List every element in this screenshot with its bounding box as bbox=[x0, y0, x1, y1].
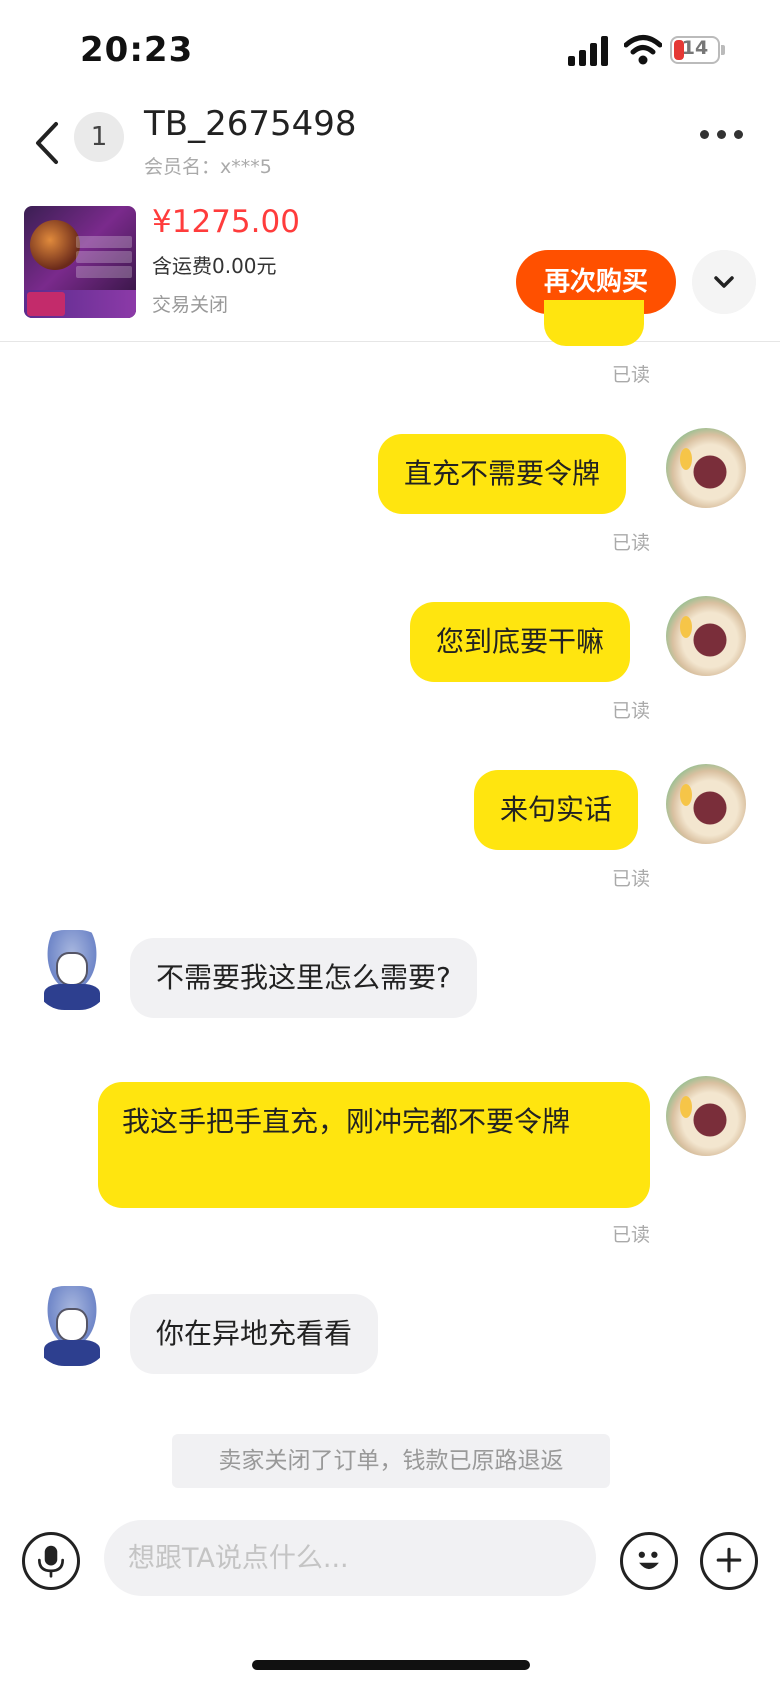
message-bubble-outgoing[interactable]: 直充不需要令牌 bbox=[378, 434, 627, 514]
more-options-button[interactable] bbox=[700, 126, 752, 146]
message-bubble-outgoing[interactable]: 来句实话 bbox=[474, 770, 639, 850]
order-status: 交易关闭 bbox=[152, 294, 229, 316]
message-bubble-outgoing[interactable]: 我这手把手直充，刚冲完都不要令牌 bbox=[98, 1082, 650, 1208]
status-bar: 20:23 14 bbox=[0, 0, 780, 100]
message-bubble-outgoing[interactable]: 您到底要干嘛 bbox=[410, 602, 631, 682]
chat-header: 1 TB_2675498 会员名：x***5 bbox=[0, 100, 780, 190]
product-thumbnail[interactable] bbox=[24, 206, 136, 318]
read-receipt: 已读 bbox=[612, 364, 651, 386]
my-avatar[interactable] bbox=[666, 764, 746, 844]
cellular-signal-icon bbox=[568, 36, 608, 66]
battery-level: 14 bbox=[681, 37, 709, 59]
my-avatar[interactable] bbox=[666, 1076, 746, 1156]
read-receipt: 已读 bbox=[612, 868, 651, 890]
plus-icon[interactable] bbox=[700, 1532, 758, 1590]
wifi-icon bbox=[624, 35, 662, 65]
order-product-card[interactable]: ¥1275.00 含运费0.00元 交易关闭 再次购买 bbox=[0, 198, 780, 342]
emoji-icon[interactable] bbox=[620, 1532, 678, 1590]
message-input[interactable] bbox=[104, 1520, 596, 1596]
back-button[interactable] bbox=[28, 118, 68, 168]
read-receipt: 已读 bbox=[612, 1224, 651, 1246]
seller-avatar[interactable] bbox=[34, 1286, 110, 1366]
microphone-icon[interactable] bbox=[22, 1532, 80, 1590]
message-bubble-incoming[interactable]: 你在异地充看看 bbox=[130, 1294, 379, 1374]
read-receipt: 已读 bbox=[612, 532, 651, 554]
my-avatar[interactable] bbox=[666, 428, 746, 508]
product-price: ¥1275.00 bbox=[152, 204, 300, 240]
status-time: 20:23 bbox=[80, 30, 194, 70]
my-avatar[interactable] bbox=[666, 596, 746, 676]
home-indicator bbox=[252, 1660, 530, 1670]
message-bubble-partial bbox=[544, 300, 644, 346]
shop-name[interactable]: TB_2675498 bbox=[144, 104, 357, 144]
member-name: 会员名：x***5 bbox=[144, 156, 272, 178]
unread-count-badge[interactable]: 1 bbox=[74, 112, 124, 162]
message-bubble-incoming[interactable]: 不需要我这里怎么需要? bbox=[130, 938, 477, 1018]
system-notice: 卖家关闭了订单，钱款已原路退返 bbox=[172, 1434, 610, 1488]
seller-avatar[interactable] bbox=[34, 930, 110, 1010]
message-input-bar bbox=[0, 1510, 780, 1620]
shipping-fee: 含运费0.00元 bbox=[152, 254, 277, 278]
chevron-down-icon[interactable] bbox=[692, 250, 756, 314]
read-receipt: 已读 bbox=[612, 700, 651, 722]
battery-icon: 14 bbox=[670, 36, 726, 64]
